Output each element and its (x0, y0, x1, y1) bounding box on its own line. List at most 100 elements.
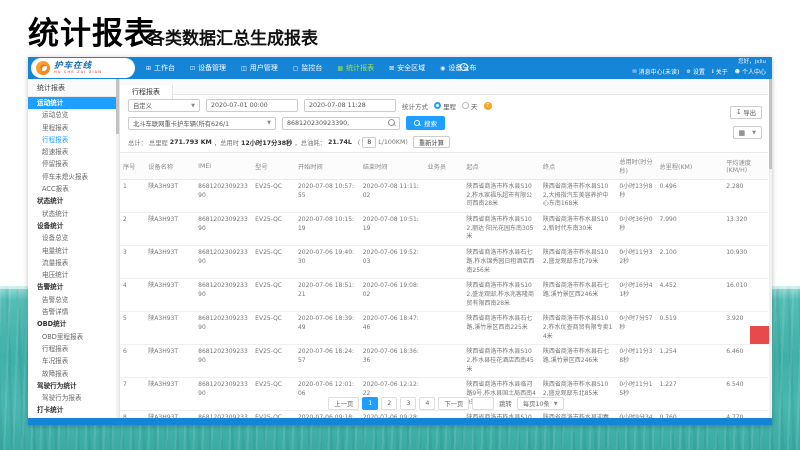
next-page-button[interactable]: 下一页 (438, 397, 469, 410)
table-cell: 2020-07-06 19:08:02 (360, 279, 425, 312)
start-date-input[interactable] (206, 99, 298, 112)
sidebar-item[interactable]: 状态统计 (28, 195, 119, 207)
table-cell: 陕A3H93T (145, 213, 195, 246)
table-row: 8陕A3H93T868120230923390EV25-QC2020-07-06… (120, 411, 768, 418)
table-header-cell[interactable]: 结束时间 (360, 153, 425, 180)
sidebar-item[interactable]: 驾驶行为报表 (28, 392, 119, 404)
table-header-cell[interactable]: 终点 (540, 153, 616, 180)
nav-item[interactable]: ▦ 统计报表 (337, 63, 374, 73)
main-scrollbar-thumb[interactable] (769, 79, 772, 169)
sidebar-item[interactable]: ACC报表 (28, 183, 119, 195)
nav-item[interactable]: ◉ 设备分布 (440, 63, 476, 73)
sidebar-item[interactable]: 行程报表 (28, 134, 119, 146)
table-header-cell[interactable]: 设备名称 (145, 153, 195, 180)
sidebar-item[interactable]: 驾驶行为统计 (28, 380, 119, 392)
navbar-link[interactable]: ℹ 关于 (712, 67, 728, 78)
table-header-cell[interactable]: 开始时间 (295, 153, 360, 180)
page-number-button[interactable]: 1 (362, 397, 378, 410)
app-logo[interactable]: 护车在线 HU CHE ZAI XIAN (31, 58, 135, 78)
sidebar-item[interactable]: 运动总览 (28, 109, 119, 121)
sidebar-item[interactable]: 里程报表 (28, 122, 119, 134)
sidebar-item[interactable]: 状态统计 (28, 208, 119, 220)
sidebar-item[interactable]: 运动统计 (28, 97, 119, 109)
table-cell: 6.460 (723, 345, 768, 378)
sidebar-item[interactable]: 设备统计 (28, 220, 119, 232)
table-cell: 2020-07-06 09:28:32 (360, 411, 425, 418)
logo-icon (36, 61, 50, 75)
navbar-link[interactable]: ☻ 个人中心 (735, 67, 766, 78)
sidebar-item[interactable]: OBD里程报表 (28, 331, 119, 343)
table-cell: EV25-QC (252, 411, 295, 418)
chevron-down-icon: ▼ (191, 103, 195, 109)
fuel-rate-unit: L/100KM) (378, 139, 408, 146)
main-scrollbar[interactable] (769, 79, 772, 418)
export-button[interactable]: ↧ 导出 (730, 106, 762, 119)
table-cell (425, 279, 464, 312)
navbar-link-icon: ✉ (632, 67, 636, 78)
imei-input[interactable] (282, 117, 400, 130)
date-range-select[interactable]: 自定义▼ (128, 99, 200, 112)
page-size-select[interactable]: 每页10条 ▼ (517, 397, 564, 410)
page-number-button[interactable]: 3 (400, 397, 416, 410)
app-footer-bar (28, 418, 772, 425)
sidebar-item[interactable]: 电压统计 (28, 269, 119, 281)
main-content: 行程报表 自定义▼ 统计方式 (120, 79, 772, 418)
table-cell: 868120230923390 (195, 180, 252, 213)
navbar-link[interactable]: ✉ 消息中心(未读) (632, 67, 679, 78)
radio-mileage[interactable]: 里程 (434, 101, 456, 111)
table-cell: 陕A3H93T (145, 411, 195, 418)
sidebar-item[interactable]: 告警统计 (28, 281, 119, 293)
sidebar-item[interactable]: 超速报表 (28, 146, 119, 158)
nav-item[interactable]: ⊡ 设备管理 (190, 63, 226, 73)
sidebar-item[interactable]: 流量报表 (28, 257, 119, 269)
sidebar-scrollbar[interactable] (116, 79, 119, 418)
recalculate-button[interactable]: 重新计算 (413, 136, 450, 148)
table-header-cell[interactable]: IMEI (195, 153, 252, 180)
help-icon[interactable]: ? (484, 102, 492, 110)
radio-day[interactable]: 天 (462, 101, 478, 111)
sidebar-item[interactable]: 行程报表 (28, 343, 119, 355)
sidebar-scrollbar-thumb[interactable] (116, 79, 119, 134)
sidebar-item[interactable]: OBD统计 (28, 318, 119, 330)
table-cell: 1.254 (656, 345, 723, 378)
vehicle-group-select[interactable]: 北斗车联网重卡护车辆(所有626/1▼ (128, 117, 276, 130)
page-number-button[interactable]: 4 (419, 397, 435, 410)
table-cell: 0.760 (656, 411, 723, 418)
search-icon[interactable] (460, 63, 469, 72)
navbar-link-icon: ⚙ (686, 67, 690, 78)
sidebar-item[interactable]: 告警总览 (28, 294, 119, 306)
table-header-cell[interactable]: 总用时(时分秒) (616, 153, 656, 180)
sidebar-item[interactable]: 停留报表 (28, 158, 119, 170)
search-button[interactable]: 搜索 (406, 116, 445, 130)
sidebar-item[interactable]: 车况报表 (28, 355, 119, 367)
end-date-input[interactable] (304, 99, 396, 112)
nav-item[interactable]: ⊠ 安全区域 (389, 63, 425, 73)
table-cell: 4.770 (723, 411, 768, 418)
table-header-cell[interactable]: 起点 (463, 153, 539, 180)
table-header-cell[interactable]: 业务员 (425, 153, 464, 180)
page-number-button[interactable]: 2 (381, 397, 397, 410)
nav-item-label: 用户管理 (250, 63, 278, 73)
sidebar-item[interactable]: 停车未熄火报表 (28, 171, 119, 183)
sidebar-item[interactable]: 打卡统计 (28, 404, 119, 416)
page-jump-input[interactable] (472, 397, 494, 410)
table-header-cell[interactable]: 型号 (252, 153, 295, 180)
nav-item[interactable]: ▢ 监控台 (293, 63, 323, 73)
sidebar-item[interactable]: 故障报表 (28, 368, 119, 380)
table-header-cell[interactable]: 总里程(KM) (656, 153, 723, 180)
sidebar-item[interactable]: 设备总览 (28, 232, 119, 244)
prev-page-button[interactable]: 上一页 (328, 397, 359, 410)
column-picker-button[interactable]: ▦ ▼ (733, 126, 762, 139)
fuel-rate-input[interactable] (362, 137, 376, 148)
table-header-cell[interactable]: 平均速度(KM/H) (723, 153, 768, 180)
navbar-link[interactable]: ⚙ 设置 (686, 67, 705, 78)
sidebar-item[interactable]: 电量统计 (28, 245, 119, 257)
total-duration: 12小时17分38秒 (241, 138, 292, 147)
nav-item[interactable]: ⊞ 工作台 (146, 63, 175, 73)
imei-search-icon[interactable] (388, 119, 395, 127)
summary-bar: 总计： 总里程 271.793 KM ，总用时 12小时17分38秒 ，总油耗：… (120, 134, 768, 152)
sidebar-item[interactable]: 告警详情 (28, 306, 119, 318)
table-cell: 6 (120, 345, 145, 378)
nav-item[interactable]: ◫ 用户管理 (241, 63, 278, 73)
table-header-cell[interactable]: 序号 (120, 153, 145, 180)
